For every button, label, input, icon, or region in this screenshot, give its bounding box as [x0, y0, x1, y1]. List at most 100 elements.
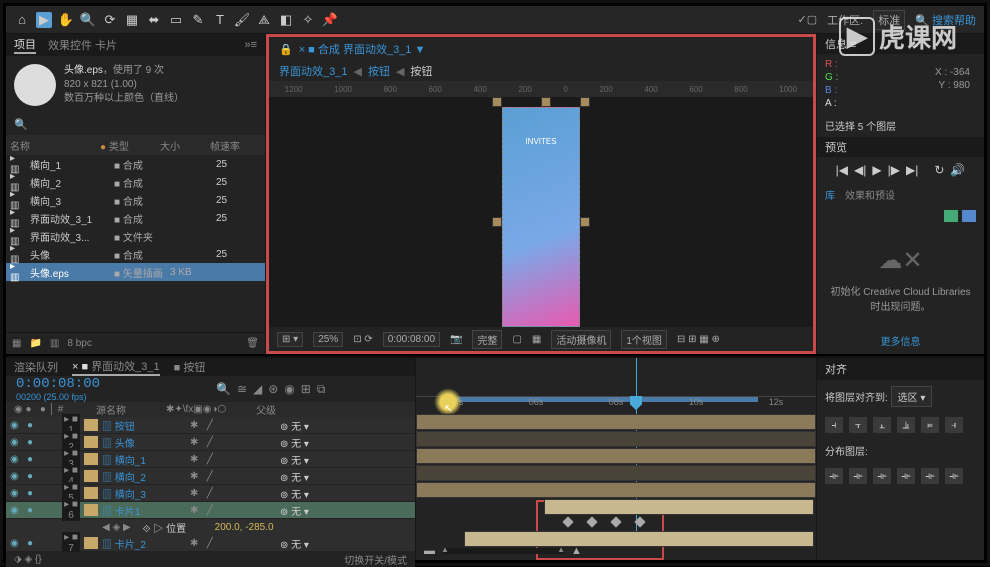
- align-top-icon[interactable]: ⫡: [897, 417, 915, 433]
- dist-4-icon[interactable]: ⟛: [897, 468, 915, 484]
- tab-render-queue[interactable]: 渲染队列: [14, 359, 58, 375]
- bpc-button[interactable]: 8 bpc: [67, 338, 91, 349]
- project-list[interactable]: ▸ ▥横向_1■ 合成25▸ ▥横向_2■ 合成25▸ ▥横向_3■ 合成25▸…: [6, 155, 265, 332]
- layer-bar[interactable]: [544, 499, 814, 515]
- zoom-dropdown[interactable]: 25%: [313, 332, 343, 347]
- switch-modes-button[interactable]: 切换开关/模式: [344, 552, 407, 567]
- next-frame-icon[interactable]: |▶: [888, 163, 900, 177]
- crumb-2[interactable]: 按钮: [368, 63, 390, 79]
- time-display[interactable]: 0:00:08:00: [383, 332, 440, 347]
- project-row[interactable]: ▸ ▥横向_3■ 合成25: [6, 191, 265, 209]
- resolution-dropdown[interactable]: 完整: [472, 330, 502, 349]
- preview-panel-header[interactable]: 预览: [817, 137, 984, 157]
- comp-canvas[interactable]: INVITES: [269, 97, 813, 327]
- align-to-dropdown[interactable]: 选区 ▾: [891, 386, 933, 407]
- layer-bar[interactable]: [416, 482, 816, 498]
- roto-tool-icon[interactable]: ✧: [300, 12, 316, 28]
- timeline-graph[interactable]: 04s06s08s10s12s ↖ ▬ ▲: [416, 358, 816, 560]
- layer-list[interactable]: ◉ ●▸ ■ 1▥ 按钮✱ ╱⊚ 无 ▾◉ ●▸ ■ 2▥ 头像✱ ╱⊚ 无 ▾…: [6, 417, 415, 552]
- eraser-tool-icon[interactable]: ◧: [278, 12, 294, 28]
- layer-bar[interactable]: [416, 448, 816, 464]
- align-right-icon[interactable]: ⫠: [873, 417, 891, 433]
- view-icons[interactable]: ⊟ ⊞ ▦ ⊕: [677, 334, 720, 345]
- tl-fx-icon[interactable]: ⊛: [268, 382, 278, 397]
- project-row[interactable]: ▸ ▥界面动效_3_1■ 合成25: [6, 209, 265, 227]
- artboard[interactable]: INVITES: [502, 107, 580, 327]
- align-hcenter-icon[interactable]: ⫟: [849, 417, 867, 433]
- tab-effects-presets[interactable]: 效果和预设: [845, 187, 895, 202]
- dist-5-icon[interactable]: ⟛: [921, 468, 939, 484]
- tl-comp-icon[interactable]: ≅: [237, 382, 247, 397]
- snapshot-icon[interactable]: 📷: [450, 334, 462, 345]
- dist-2-icon[interactable]: ⟛: [849, 468, 867, 484]
- layer-bar[interactable]: [464, 531, 814, 547]
- home-icon[interactable]: ⌂: [14, 12, 30, 28]
- panel-menu-icon[interactable]: »≡: [244, 39, 257, 51]
- project-row[interactable]: ▸ ▥横向_2■ 合成25: [6, 173, 265, 191]
- tl-mb-icon[interactable]: ◉: [284, 382, 294, 397]
- roi-icon[interactable]: ▢: [512, 334, 521, 345]
- layer-bar[interactable]: [416, 414, 816, 430]
- text-tool-icon[interactable]: T: [212, 12, 228, 28]
- interpret-icon[interactable]: ▦: [12, 338, 21, 349]
- tl-shy-icon[interactable]: ◢: [253, 382, 262, 397]
- brush-tool-icon[interactable]: 🖌: [234, 12, 250, 28]
- align-bottom-icon[interactable]: ⫣: [945, 417, 963, 433]
- puppet-tool-icon[interactable]: 📌: [322, 12, 338, 28]
- toggle-switches-icon[interactable]: ⬗ ◈ {}: [14, 554, 42, 565]
- project-row[interactable]: ▸ ▥头像■ 合成25: [6, 245, 265, 263]
- col-fps[interactable]: 帧速率: [210, 138, 260, 153]
- snap-icon[interactable]: ✓▢: [798, 13, 818, 26]
- cc-more-info-link[interactable]: 更多信息: [817, 333, 984, 354]
- fastpreview-icon[interactable]: ⊡ ⟳: [353, 334, 373, 345]
- tab-project[interactable]: 项目: [14, 36, 36, 54]
- project-search[interactable]: 🔍: [6, 114, 265, 135]
- crumb-1[interactable]: 界面动效_3_1: [279, 63, 347, 79]
- dist-6-icon[interactable]: ⟛: [945, 468, 963, 484]
- tab-library[interactable]: 库: [825, 187, 835, 202]
- zoom-slider[interactable]: [443, 548, 563, 554]
- col-size[interactable]: 大小: [160, 138, 200, 153]
- align-left-icon[interactable]: ⫞: [825, 417, 843, 433]
- hand-tool-icon[interactable]: ✋: [58, 12, 74, 28]
- last-frame-icon[interactable]: ▶|: [906, 163, 918, 177]
- playhead[interactable]: [636, 358, 637, 414]
- camera-dropdown[interactable]: 活动摄像机: [551, 330, 611, 349]
- rect-tool-icon[interactable]: ▭: [168, 12, 184, 28]
- pen-tool-icon[interactable]: ✎: [190, 12, 206, 28]
- layer-row[interactable]: ◉ ●▸ ■ 7▥ 卡片_2✱ ╱⊚ 无 ▾: [6, 535, 415, 552]
- prev-frame-icon[interactable]: ◀|: [854, 163, 866, 177]
- play-icon[interactable]: ▶: [872, 163, 881, 177]
- project-row[interactable]: ▸ ▥界面动效_3...■ 文件夹: [6, 227, 265, 245]
- first-frame-icon[interactable]: |◀: [836, 163, 848, 177]
- col-type[interactable]: ● 类型: [100, 138, 150, 153]
- transparency-icon[interactable]: ▦: [532, 334, 541, 345]
- tab-timeline-comp[interactable]: × ■ 界面动效_3_1: [72, 358, 160, 376]
- loop-icon[interactable]: ↻: [934, 163, 944, 177]
- layer-row[interactable]: ◉ ●▸ ■ 6▥ 卡片1✱ ╱⊚ 无 ▾: [6, 502, 415, 519]
- new-folder-icon[interactable]: 📁: [29, 338, 41, 349]
- camera-tool-icon[interactable]: ▦: [124, 12, 140, 28]
- grid-dropdown[interactable]: ⊞ ▾: [277, 332, 303, 347]
- project-row[interactable]: ▸ ▥横向_1■ 合成25: [6, 155, 265, 173]
- new-comp-icon[interactable]: ▥: [50, 338, 59, 349]
- views-dropdown[interactable]: 1个视图: [621, 330, 667, 349]
- selection-tool-icon[interactable]: ▶: [36, 12, 52, 28]
- layer-bar[interactable]: [416, 431, 816, 447]
- tl-graph-icon[interactable]: ⊞: [301, 382, 311, 397]
- list-view-icon[interactable]: [962, 210, 976, 222]
- timeline-timecode[interactable]: 0:00:08:00 00200 (25.00 fps): [6, 376, 415, 402]
- mute-icon[interactable]: 🔊: [950, 163, 965, 177]
- align-vcenter-icon[interactable]: ⫢: [921, 417, 939, 433]
- clone-tool-icon[interactable]: ⟁: [256, 12, 272, 28]
- tab-effect-controls[interactable]: 效果控件 卡片: [48, 37, 117, 53]
- layer-bar[interactable]: [416, 465, 816, 481]
- tl-search-icon[interactable]: 🔍: [216, 382, 231, 397]
- rotate-tool-icon[interactable]: ⟳: [102, 12, 118, 28]
- lock-icon[interactable]: 🔒: [279, 43, 293, 56]
- dist-1-icon[interactable]: ⟛: [825, 468, 843, 484]
- align-header[interactable]: 对齐: [817, 358, 984, 380]
- tl-3d-icon[interactable]: ⧉: [317, 382, 326, 397]
- dist-3-icon[interactable]: ⟛: [873, 468, 891, 484]
- trash-icon[interactable]: 🗑: [246, 338, 259, 349]
